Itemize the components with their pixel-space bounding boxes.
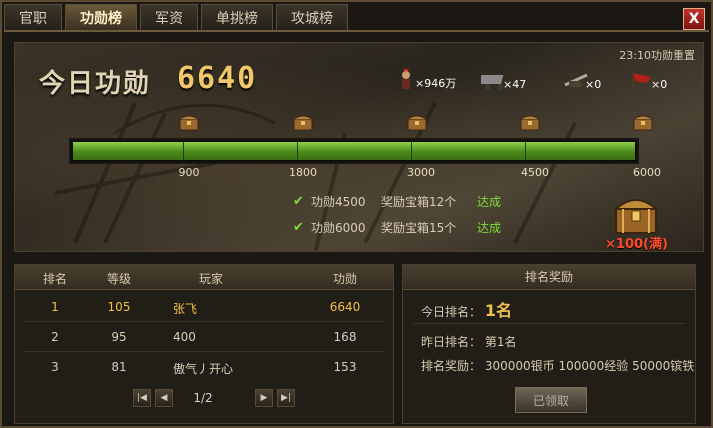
resource-ballista-value: ×0 (585, 78, 602, 91)
reward-row: ✔ 功勋4500 奖励宝箱12个 达成 (293, 193, 501, 210)
rank-reward-title: 排名奖励 (403, 265, 695, 290)
progress-divider (297, 142, 298, 160)
player-cell[interactable]: 傲气丿开心 (173, 360, 233, 377)
today-merit-value: 6640 (177, 61, 258, 96)
tab-bar: 官职 功勋榜 军资 单挑榜 攻城榜 (4, 4, 348, 30)
player-cell[interactable]: 张飞 (173, 300, 197, 317)
reward-requirement: 功勋6000 (311, 221, 366, 235)
claimed-button[interactable]: 已领取 (515, 387, 587, 413)
level-cell: 95 (111, 330, 127, 344)
reward-box: 奖励宝箱12个 (381, 195, 457, 209)
resource-ballista: ×0 (563, 69, 601, 91)
resource-banner: ×0 (629, 69, 667, 91)
merit-progress-panel: 今日功勋 6640 23:10功勋重置 ×946万 ×47 ×0 ×0 900 … (14, 42, 704, 252)
chest-total-count: ×100(满) (605, 237, 668, 252)
rank-cell: 1 (51, 300, 59, 314)
level-cell: 81 (111, 360, 127, 374)
divider (413, 323, 685, 324)
today-rank-label: 今日排名： (421, 305, 482, 319)
resource-soldiers-value: ×946万 (415, 77, 457, 90)
progress-divider (525, 142, 526, 160)
reward-box: 奖励宝箱15个 (381, 221, 457, 235)
progress-tick-label: 3000 (407, 166, 435, 179)
ranking-header: 排名 等级 玩家 功勋 (15, 265, 393, 290)
checkmark-icon: ✔ (293, 194, 304, 209)
resource-carts-value: ×47 (503, 78, 527, 91)
progress-divider (411, 142, 412, 160)
treasure-chest-icon[interactable] (613, 191, 659, 235)
yesterday-rank-label: 昨日排名： (421, 335, 482, 349)
merit-cell: 153 (333, 360, 357, 374)
tab-supplies[interactable]: 军资 (140, 4, 198, 30)
today-merit-label: 今日功勋 (39, 69, 152, 99)
yesterday-rank-value: 第1名 (484, 335, 517, 349)
row-divider (23, 351, 385, 352)
level-cell: 105 (107, 300, 131, 314)
resource-banner-value: ×0 (651, 78, 668, 91)
reward-status: 达成 (477, 221, 502, 235)
today-rank-line: 今日排名： 1名 (421, 297, 512, 321)
milestone-chest-icon[interactable] (407, 113, 427, 131)
progress-tick-label: 4500 (521, 166, 549, 179)
reward-row: ✔ 功勋6000 奖励宝箱15个 达成 (293, 219, 501, 236)
col-player-header: 玩家 (198, 272, 224, 286)
progress-divider (183, 142, 184, 160)
reward-requirement: 功勋4500 (311, 195, 366, 209)
rank-cell: 2 (51, 330, 59, 344)
milestone-chest-icon[interactable] (633, 113, 653, 131)
rank-cell: 3 (51, 360, 59, 374)
merit-progress-fill (73, 142, 635, 160)
player-cell[interactable]: 400 (173, 330, 196, 344)
table-row[interactable]: 1 105 张飞 6640 (15, 293, 393, 321)
progress-tick-label: 900 (178, 166, 200, 179)
next-page-button[interactable]: ▶ (255, 389, 273, 407)
yesterday-rank-line: 昨日排名： 第1名 (421, 333, 516, 350)
tab-official[interactable]: 官职 (4, 4, 62, 30)
reset-time-text: 23:10功勋重置 (619, 49, 695, 62)
row-divider (23, 321, 385, 322)
progress-tick-label: 6000 (633, 166, 661, 179)
ranking-table: 排名 等级 玩家 功勋 1 105 张飞 6640 2 95 400 168 3… (14, 264, 394, 424)
col-merit-header: 功勋 (332, 272, 358, 286)
rank-reward-value: 300000银币 100000经验 50000镔铁 (484, 359, 695, 373)
last-page-button[interactable]: ▶| (277, 389, 295, 407)
first-page-button[interactable]: |◀ (133, 389, 151, 407)
rank-reward-line: 排名奖励： 300000银币 100000经验 50000镔铁 (421, 357, 694, 374)
tab-siege-rank[interactable]: 攻城榜 (276, 4, 348, 30)
resource-soldiers: ×946万 (393, 69, 456, 91)
merit-progress-bar (69, 138, 639, 164)
prev-page-button[interactable]: ◀ (155, 389, 173, 407)
tab-divider (4, 30, 709, 32)
checkmark-icon: ✔ (293, 220, 304, 235)
milestone-chest-icon[interactable] (179, 113, 199, 131)
progress-tick-label: 1800 (289, 166, 317, 179)
tab-duel-rank[interactable]: 单挑榜 (201, 4, 273, 30)
pagination: |◀ ◀ 1/2 ▶ ▶| (15, 389, 393, 411)
tab-merit-rank[interactable]: 功勋榜 (65, 4, 137, 30)
resource-carts: ×47 (481, 69, 526, 91)
rank-reward-label: 排名奖励： (421, 359, 482, 373)
table-row[interactable]: 2 95 400 168 (15, 323, 393, 351)
col-level-header: 等级 (106, 272, 132, 286)
milestone-chest-icon[interactable] (520, 113, 540, 131)
rank-reward-panel: 排名奖励 今日排名： 1名 昨日排名： 第1名 排名奖励： 300000银币 1… (402, 264, 696, 424)
col-rank-header: 排名 (42, 272, 68, 286)
merit-window: 官职 功勋榜 军资 单挑榜 攻城榜 X 今日功勋 6640 23:10功勋重置 … (0, 0, 713, 428)
today-rank-value: 1名 (484, 301, 512, 320)
merit-cell: 168 (333, 330, 357, 344)
milestone-chest-icon[interactable] (293, 113, 313, 131)
close-button[interactable]: X (683, 8, 705, 30)
page-indicator: 1/2 (193, 391, 213, 405)
table-row[interactable]: 3 81 傲气丿开心 153 (15, 353, 393, 381)
reward-status: 达成 (477, 195, 502, 209)
merit-cell: 6640 (329, 300, 361, 314)
